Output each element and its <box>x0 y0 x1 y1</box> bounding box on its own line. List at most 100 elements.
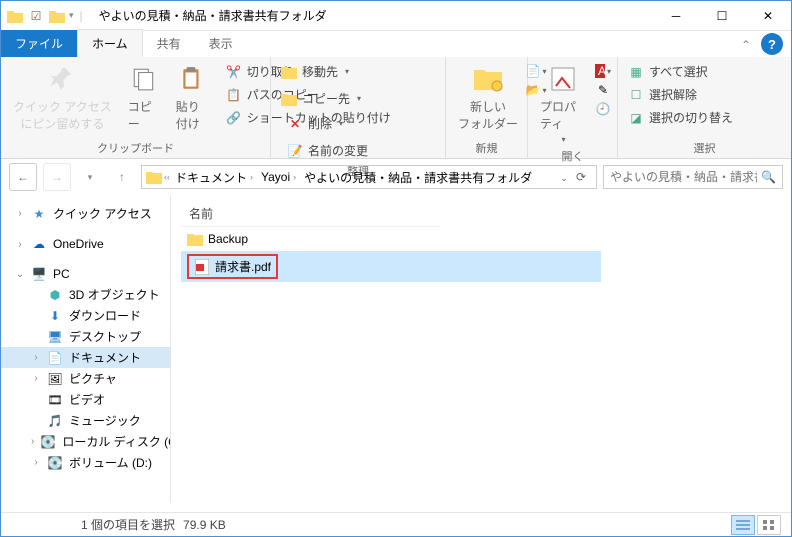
folder-icon <box>187 231 203 247</box>
shortcut-icon: 🔗 <box>226 110 242 126</box>
column-header-name[interactable]: 名前 <box>181 201 441 227</box>
status-size: 79.9 KB <box>183 518 226 532</box>
desktop-icon: 🖥 <box>47 329 63 345</box>
pin-quick-access-button[interactable]: クイック アクセス にピン留めする <box>7 61 118 134</box>
nav-up-button[interactable]: ↑ <box>109 164 135 190</box>
nav-forward-button[interactable]: → <box>43 163 71 191</box>
rename-button[interactable]: 📝名前の変更 <box>283 140 372 161</box>
details-view-button[interactable] <box>731 515 755 535</box>
tab-home[interactable]: ホーム <box>77 29 143 57</box>
breadcrumb-documents[interactable]: ドキュメント› <box>172 169 256 186</box>
rename-icon: 📝 <box>287 143 303 159</box>
paste-icon <box>176 63 208 95</box>
sidebar-item-documents[interactable]: ›📄ドキュメント <box>1 347 170 368</box>
delete-button[interactable]: ✕削除▾ <box>283 113 372 134</box>
open-icon[interactable]: A▾ <box>595 63 611 79</box>
download-icon: ⬇ <box>47 308 63 324</box>
properties-icon <box>547 63 579 95</box>
minimize-button[interactable]: ─ <box>653 1 699 31</box>
pdf-icon <box>194 259 210 275</box>
folder-icon <box>146 169 162 185</box>
select-none-button[interactable]: ☐選択解除 <box>624 84 737 105</box>
copy-icon <box>128 63 160 95</box>
search-box[interactable]: 🔍 <box>603 165 783 189</box>
select-all-button[interactable]: ▦すべて選択 <box>624 61 737 82</box>
disk-icon: 💽 <box>40 434 56 450</box>
disk-icon: 💽 <box>47 455 63 471</box>
title-bar: ☑ ▾ | やよいの見積・納品・請求書共有フォルダ ─ ☐ ✕ <box>1 1 791 31</box>
save-icon[interactable]: ☑ <box>27 7 45 25</box>
sidebar-item-pictures[interactable]: ›🖼ピクチャ <box>1 368 170 389</box>
new-folder-button[interactable]: 新しい フォルダー <box>452 61 524 134</box>
paste-button[interactable]: 貼り付け <box>170 61 214 134</box>
list-item[interactable]: Backup <box>181 228 601 250</box>
select-none-icon: ☐ <box>628 87 644 103</box>
tab-share[interactable]: 共有 <box>143 30 195 57</box>
folder-move-icon <box>281 64 297 80</box>
copy-to-button[interactable]: コピー先▾ <box>277 88 365 109</box>
sidebar-item-pc[interactable]: ⌄🖥️PC <box>1 264 170 284</box>
window-title: やよいの見積・納品・請求書共有フォルダ <box>99 7 327 24</box>
move-to-button[interactable]: 移動先▾ <box>277 61 365 82</box>
copy-button[interactable]: コピー <box>122 61 166 134</box>
sidebar-item-disk-d[interactable]: ›💽ボリューム (D:) <box>1 452 170 473</box>
new-group-label: 新規 <box>452 138 521 156</box>
sidebar-item-desktop[interactable]: 🖥デスクトップ <box>1 326 170 347</box>
icons-view-button[interactable] <box>757 515 781 535</box>
breadcrumb-yayoi[interactable]: Yayoi› <box>258 170 299 184</box>
cloud-icon: ☁ <box>31 236 47 252</box>
help-icon[interactable]: ? <box>761 33 783 55</box>
sidebar-item-videos[interactable]: 🎞ビデオ <box>1 389 170 410</box>
properties-button[interactable]: プロパティ ▾ <box>534 61 591 146</box>
folder-icon <box>6 7 24 25</box>
ribbon: クイック アクセス にピン留めする コピー 貼り付け ✂️切り取り 📋パスのコピ… <box>1 57 791 159</box>
tab-view[interactable]: 表示 <box>195 30 247 57</box>
clipboard-group-label: クリップボード <box>7 138 264 156</box>
search-input[interactable] <box>610 170 757 184</box>
address-bar: ← → ▾ ↑ ‹‹ ドキュメント› Yayoi› やよいの見積・納品・請求書共… <box>1 159 791 195</box>
ribbon-tabs: ファイル ホーム 共有 表示 ⌃ ? <box>1 31 791 57</box>
select-group-label: 選択 <box>624 138 785 156</box>
scissors-icon: ✂️ <box>226 64 242 80</box>
maximize-button[interactable]: ☐ <box>699 1 745 31</box>
sidebar-item-music[interactable]: 🎵ミュージック <box>1 410 170 431</box>
documents-icon: 📄 <box>47 350 63 366</box>
sidebar-item-quick-access[interactable]: ›★クイック アクセス <box>1 203 170 224</box>
sidebar-item-3d[interactable]: ⬢3D オブジェクト <box>1 284 170 305</box>
pictures-icon: 🖼 <box>47 371 63 387</box>
invert-icon: ◪ <box>628 110 644 126</box>
delete-icon: ✕ <box>287 116 303 132</box>
sidebar-item-onedrive[interactable]: ›☁OneDrive <box>1 234 170 254</box>
svg-text:A: A <box>598 64 605 78</box>
video-icon: 🎞 <box>47 392 63 408</box>
history-dropdown-icon[interactable]: ⌄ <box>560 173 568 183</box>
ribbon-collapse-icon[interactable]: ⌃ <box>731 33 761 57</box>
star-icon: ★ <box>31 206 47 222</box>
path-icon: 📋 <box>226 87 242 103</box>
tab-file[interactable]: ファイル <box>1 30 77 57</box>
breadcrumb[interactable]: ‹‹ ドキュメント› Yayoi› やよいの見積・納品・請求書共有フォルダ ⌄⟳ <box>141 165 597 189</box>
search-icon: 🔍 <box>761 170 776 184</box>
pin-icon <box>46 63 78 95</box>
status-selection: 1 個の項目を選択 <box>81 516 175 533</box>
sidebar-item-disk-c[interactable]: ›💽ローカル ディスク (C <box>1 431 170 452</box>
pc-icon: 🖥️ <box>31 266 47 282</box>
open-group-label: 開く <box>534 146 611 164</box>
close-button[interactable]: ✕ <box>745 1 791 31</box>
folder-copy-icon <box>281 91 297 107</box>
nav-back-button[interactable]: ← <box>9 163 37 191</box>
navigation-pane[interactable]: ›★クイック アクセス ›☁OneDrive ⌄🖥️PC ⬢3D オブジェクト … <box>1 195 171 503</box>
list-item[interactable]: 請求書.pdf <box>181 251 601 282</box>
nav-recent-button[interactable]: ▾ <box>77 164 103 190</box>
breadcrumb-folder[interactable]: やよいの見積・納品・請求書共有フォルダ <box>301 169 535 186</box>
file-list[interactable]: 名前 Backup 請求書.pdf <box>171 195 791 503</box>
edit-icon[interactable]: ✎ <box>595 82 611 98</box>
invert-selection-button[interactable]: ◪選択の切り替え <box>624 107 737 128</box>
highlighted-file: 請求書.pdf <box>187 254 278 279</box>
cube-icon: ⬢ <box>47 287 63 303</box>
qat-folder-icon[interactable] <box>48 7 66 25</box>
qat-overflow[interactable]: ▾ <box>69 10 74 21</box>
history-icon[interactable]: 🕘 <box>595 101 611 117</box>
refresh-icon[interactable]: ⟳ <box>576 170 586 184</box>
sidebar-item-downloads[interactable]: ⬇ダウンロード <box>1 305 170 326</box>
